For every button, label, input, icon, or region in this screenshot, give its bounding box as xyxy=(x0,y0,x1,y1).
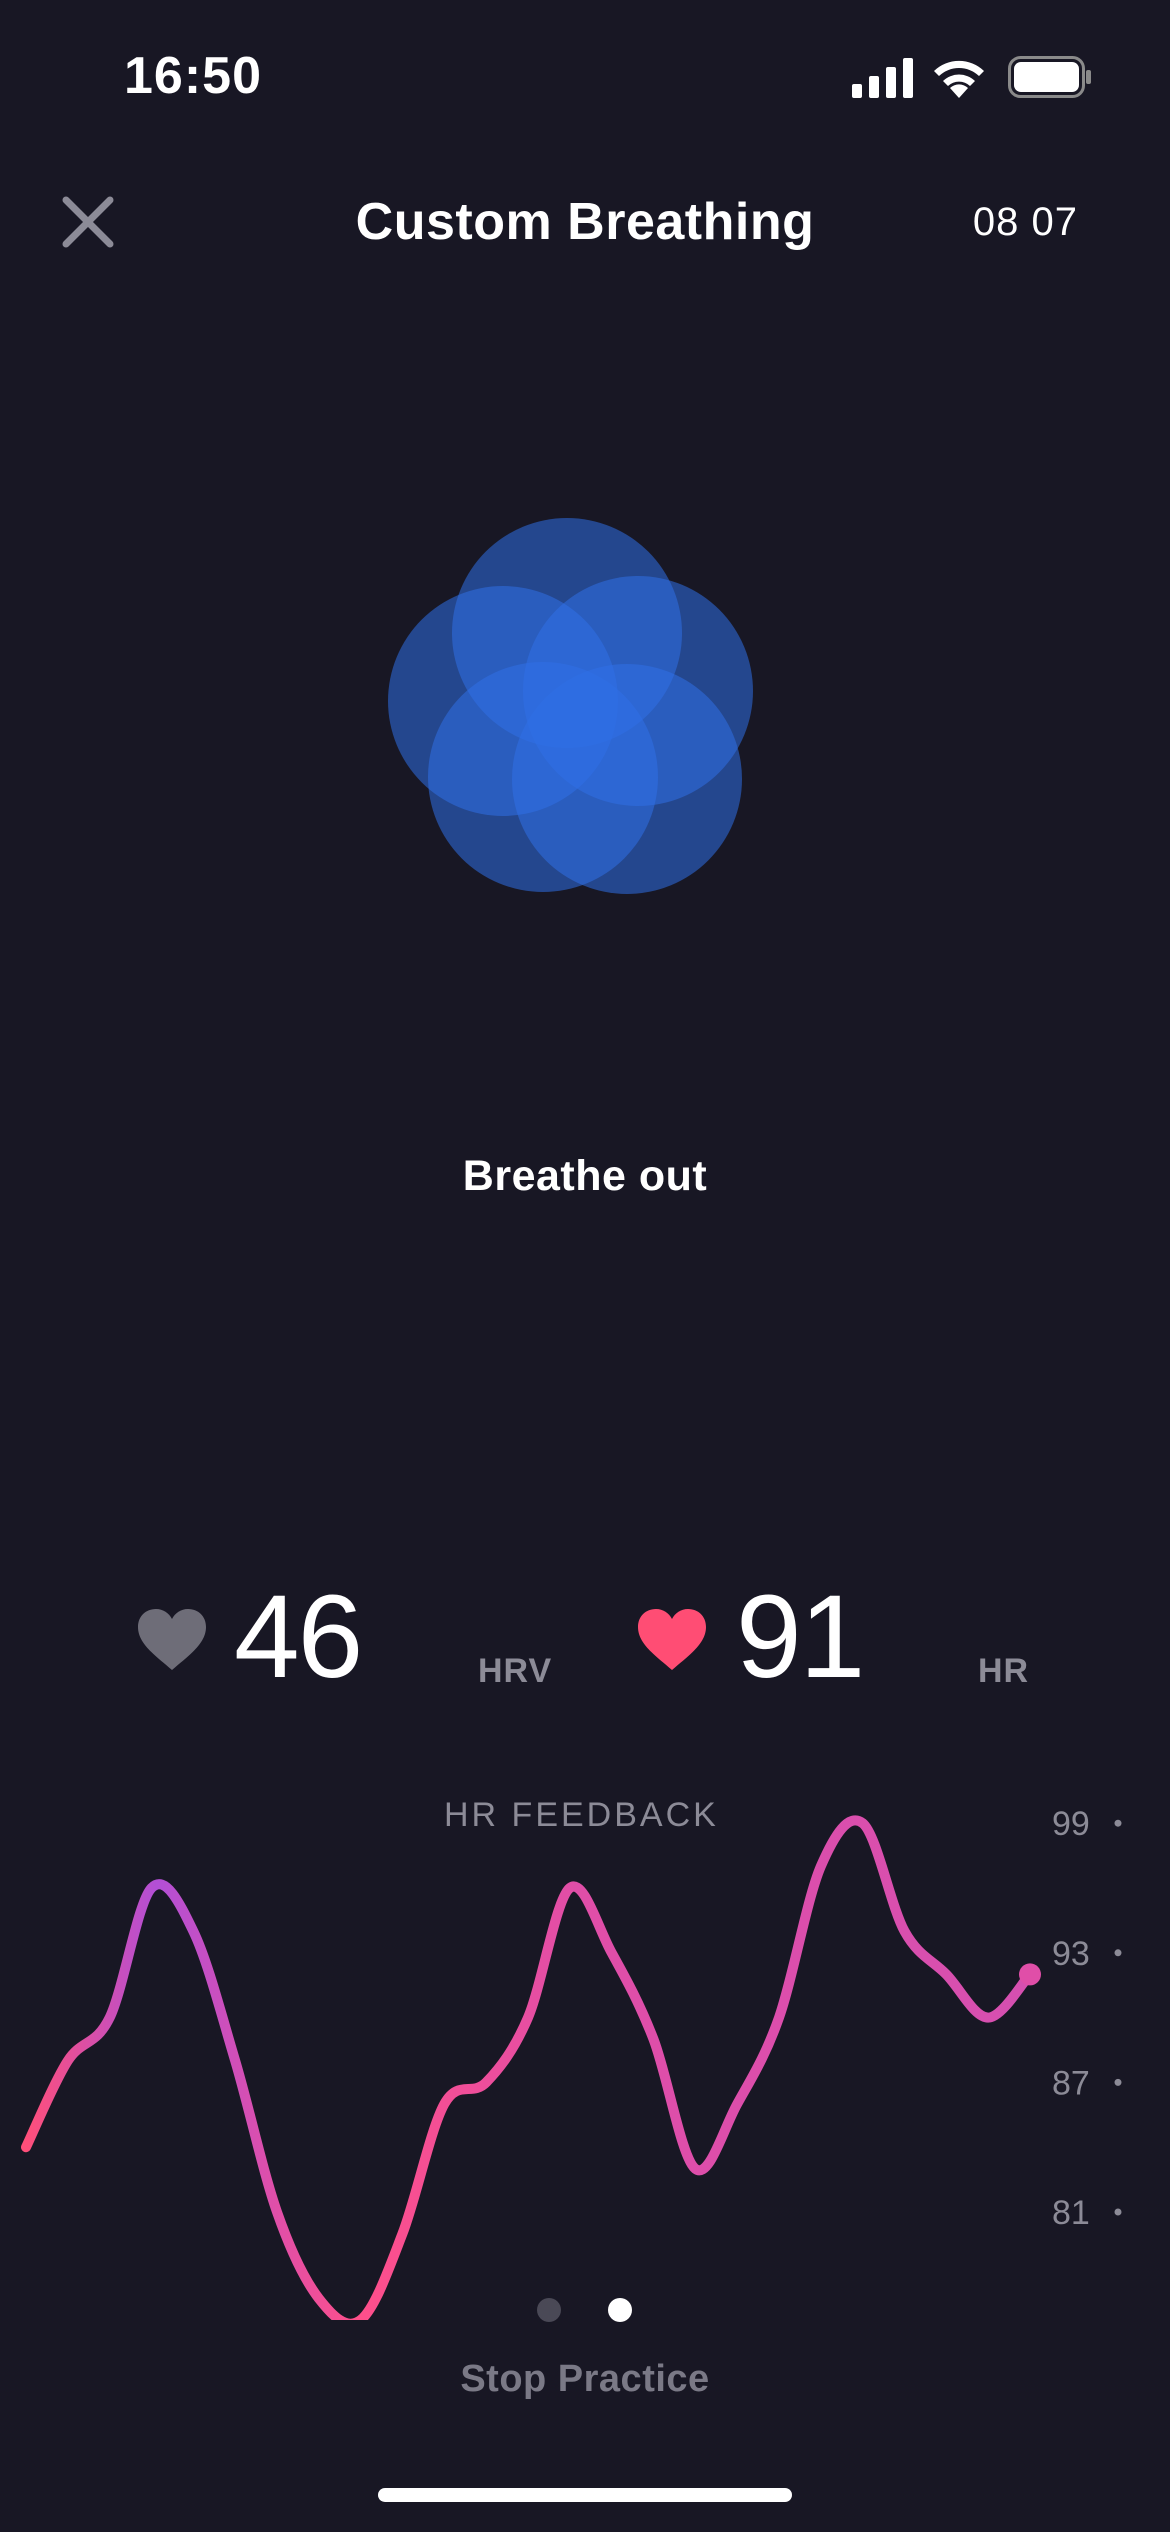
y-tick-dot xyxy=(1114,1819,1122,1827)
hr-value: 91 xyxy=(736,1571,865,1703)
page-indicator-dot-active[interactable] xyxy=(608,2298,632,2322)
y-tick-label: 81 xyxy=(1052,2194,1090,2232)
status-time: 16:50 xyxy=(124,47,262,105)
hr-feedback-chart: 99 93 87 81 xyxy=(21,1805,1122,2320)
y-tick-dot xyxy=(1114,2078,1122,2086)
y-tick-label: 87 xyxy=(1052,2064,1090,2102)
home-indicator xyxy=(378,2488,792,2502)
signal-icon xyxy=(852,58,913,98)
breathing-animation xyxy=(388,518,753,894)
y-tick-label: 93 xyxy=(1052,1935,1090,1973)
hr-current-point xyxy=(1019,1963,1041,1986)
hrv-label: HRV xyxy=(478,1652,553,1690)
breathing-instruction: Breathe out xyxy=(462,1152,708,1200)
session-timer: 08 07 xyxy=(972,200,1078,244)
battery-icon xyxy=(1008,56,1091,98)
hrv-heart-icon xyxy=(138,1609,206,1670)
hrv-value: 46 xyxy=(234,1571,363,1703)
hr-heart-icon xyxy=(638,1609,706,1670)
hr-label: HR xyxy=(978,1652,1030,1690)
stop-practice-button[interactable]: Stop Practice xyxy=(0,2358,1170,2401)
y-tick-dot xyxy=(1114,2208,1122,2216)
y-tick-label: 99 xyxy=(1052,1805,1090,1843)
page-indicator-dot[interactable] xyxy=(537,2298,561,2322)
y-tick-dot xyxy=(1114,1949,1122,1957)
wifi-icon xyxy=(934,60,984,98)
hr-series-line xyxy=(21,1815,1035,2320)
